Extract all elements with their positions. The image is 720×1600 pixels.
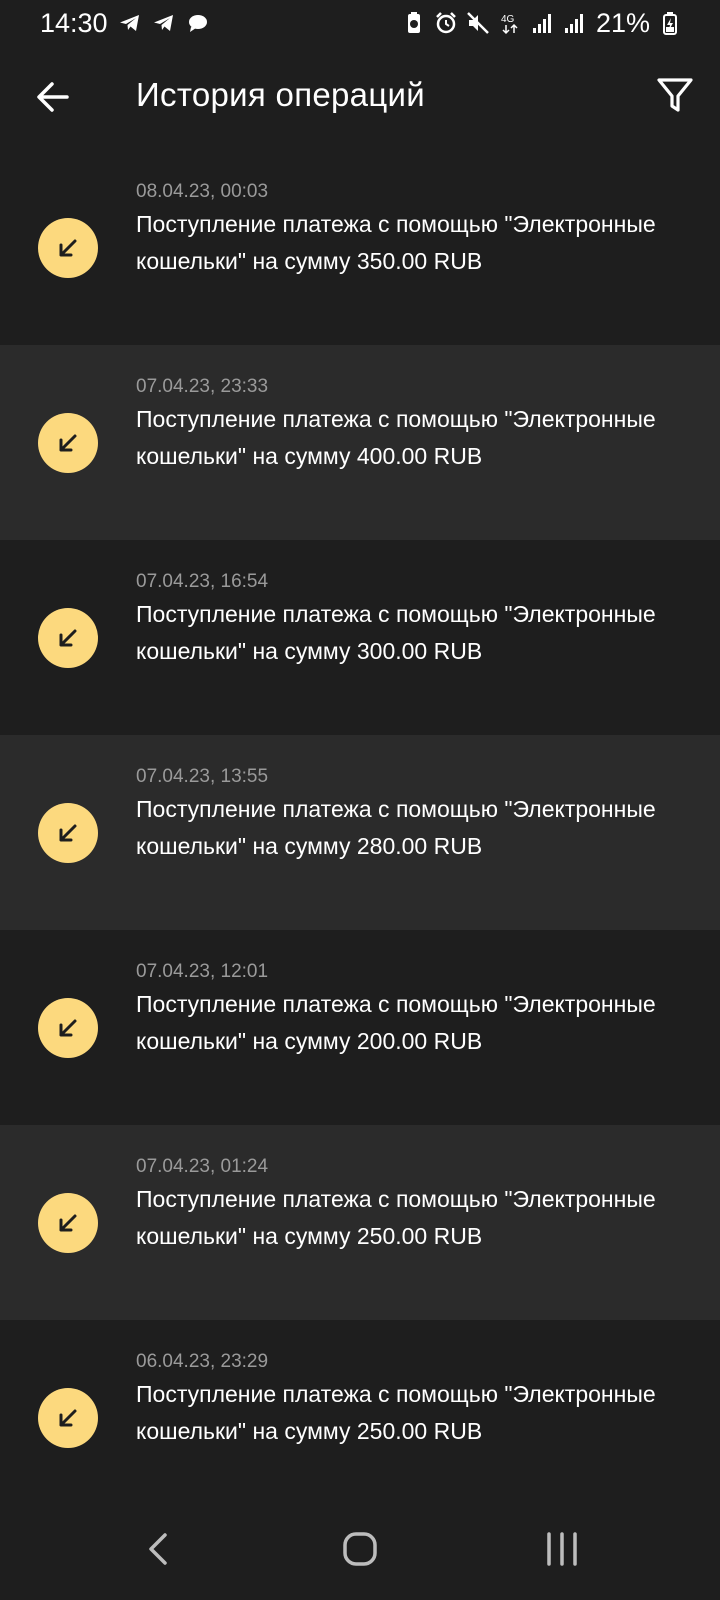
nav-back-button[interactable] [128,1524,188,1574]
arrow-left-icon [37,82,69,112]
operation-text: 07.04.23, 12:01 Поступление платежа с по… [136,960,656,1059]
page-title: История операций [136,76,425,113]
nav-home-button[interactable] [330,1524,390,1574]
operation-description: Поступление платежа с помощью "Электронн… [136,1186,656,1249]
nav-home-icon [343,1532,377,1566]
operation-description: Поступление платежа с помощью "Электронн… [136,991,656,1054]
incoming-arrow-icon [38,1388,98,1448]
operation-date: 07.04.23, 01:24 [136,1156,269,1177]
operation-date: 07.04.23, 16:54 [136,571,269,592]
status-time: 14:30 [40,7,108,38]
operation-date: 07.04.23, 13:55 [136,766,269,787]
signal-icon [530,11,554,35]
incoming-arrow-icon [38,803,98,863]
signal-icon [562,11,586,35]
battery-saver-icon [402,11,426,35]
filter-icon [657,78,693,112]
status-left: 14:30 [40,8,210,39]
app-bar: История операций [0,46,720,150]
screen: 14:30 4G 21% История операций 08.04.23, … [0,0,720,1600]
navigation-bar [0,1494,720,1600]
mute-icon [466,11,490,35]
operation-description: Поступление платежа с помощью "Электронн… [136,601,656,664]
operation-item[interactable]: 08.04.23, 00:03 Поступление платежа с по… [0,150,720,345]
status-right: 4G 21% [402,8,682,39]
operation-text: 07.04.23, 23:33 Поступление платежа с по… [136,375,656,474]
operation-date: 07.04.23, 23:33 [136,376,269,397]
telegram-icon [152,11,176,35]
operation-text: 06.04.23, 23:29 Поступление платежа с по… [136,1350,656,1449]
alarm-icon [434,11,458,35]
operation-description: Поступление платежа с помощью "Электронн… [136,211,656,274]
operation-text: 07.04.23, 13:55 Поступление платежа с по… [136,765,656,864]
operation-item[interactable]: 07.04.23, 16:54 Поступление платежа с по… [0,540,720,735]
incoming-arrow-icon [38,218,98,278]
message-bubble-icon [186,11,210,35]
operation-item[interactable]: 07.04.23, 13:55 Поступление платежа с по… [0,735,720,930]
back-button[interactable] [28,72,78,122]
operation-date: 08.04.23, 00:03 [136,181,269,202]
operation-description: Поступление платежа с помощью "Электронн… [136,406,656,469]
filter-button[interactable] [650,70,700,120]
telegram-icon [118,11,142,35]
battery-charging-icon [658,11,682,35]
operation-item[interactable]: 07.04.23, 01:24 Поступление платежа с по… [0,1125,720,1320]
operation-description: Поступление платежа с помощью "Электронн… [136,1381,656,1444]
nav-recent-apps-button[interactable] [532,1524,592,1574]
battery-percent: 21% [595,7,650,38]
svg-text:4G: 4G [501,14,515,25]
operation-item[interactable]: 06.04.23, 23:29 Поступление платежа с по… [0,1320,720,1494]
operation-item[interactable]: 07.04.23, 23:33 Поступление платежа с по… [0,345,720,540]
operation-item[interactable]: 07.04.23, 12:01 Поступление платежа с по… [0,930,720,1125]
incoming-arrow-icon [38,998,98,1058]
incoming-arrow-icon [38,608,98,668]
incoming-arrow-icon [38,413,98,473]
operation-date: 07.04.23, 12:01 [136,961,269,982]
operation-text: 07.04.23, 01:24 Поступление платежа с по… [136,1155,656,1254]
nav-recent-apps-icon [547,1532,577,1566]
status-bar: 14:30 4G 21% [0,0,720,46]
operation-text: 07.04.23, 16:54 Поступление платежа с по… [136,570,656,669]
operation-date: 06.04.23, 23:29 [136,1351,269,1372]
operation-text: 08.04.23, 00:03 Поступление платежа с по… [136,180,656,279]
incoming-arrow-icon [38,1193,98,1253]
network-4g-icon: 4G [498,11,522,35]
operation-description: Поступление платежа с помощью "Электронн… [136,796,656,859]
operations-list[interactable]: 08.04.23, 00:03 Поступление платежа с по… [0,150,720,1494]
nav-back-icon [149,1533,167,1565]
